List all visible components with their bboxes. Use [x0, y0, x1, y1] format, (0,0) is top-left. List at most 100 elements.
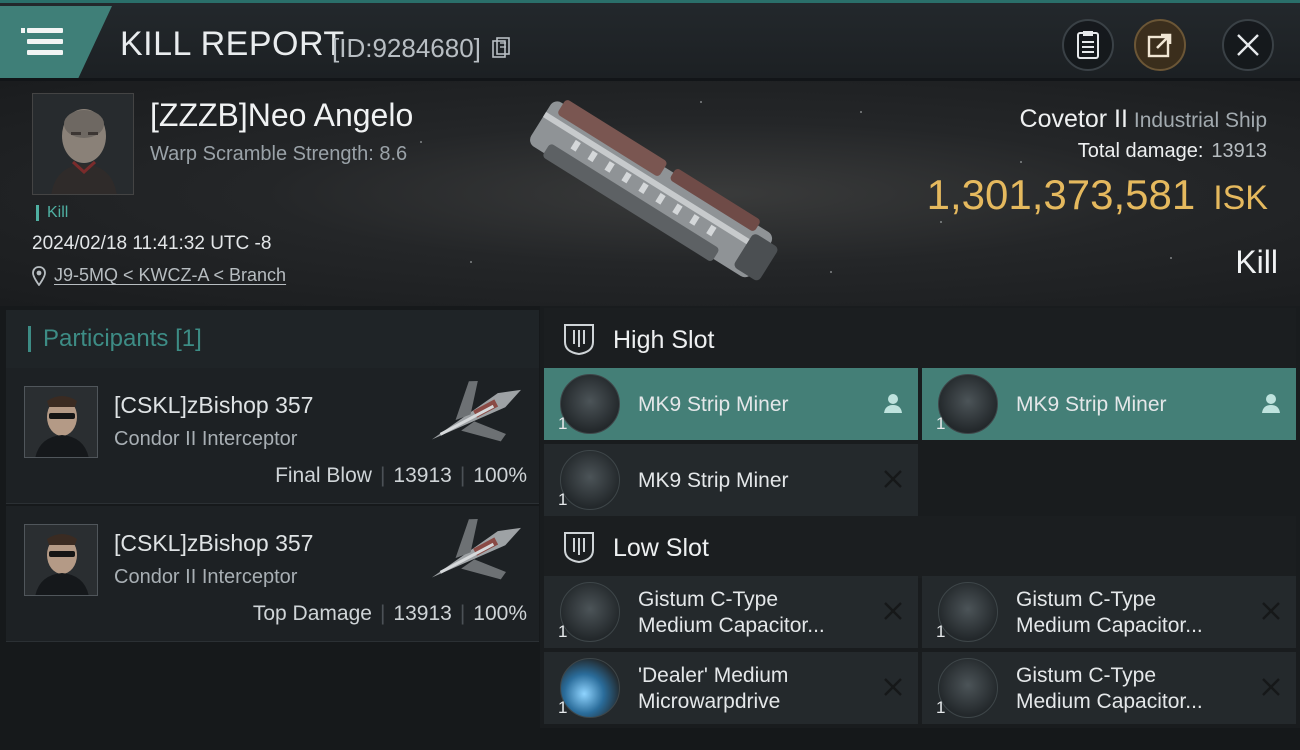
participant-card[interactable]: [CSKL]zBishop 357 Condor II Interceptor … [6, 506, 539, 642]
participant-avatar [24, 386, 98, 458]
participants-header: Participants [1] [6, 310, 539, 370]
pilot-avatar-icon [25, 387, 97, 457]
person-icon [884, 394, 902, 413]
person-icon [1262, 394, 1280, 413]
module-slot[interactable]: 1 Gistum C-Type Medium Capacitor... [544, 576, 918, 648]
participant-ship-image [431, 381, 521, 442]
total-damage: Total damage: 13913 [1078, 140, 1267, 163]
total-damage-value: 13913 [1211, 140, 1267, 162]
participants-panel: Participants [1] [CSKL]zBishop 357 Condo… [0, 306, 540, 750]
ship-name[interactable]: Covetor II [1020, 105, 1128, 133]
close-icon [1262, 678, 1280, 696]
fitting-panel: High Slot 1 MK9 Strip Miner 1 MK9 Strip … [540, 306, 1300, 750]
low-slot-title: Low Slot [613, 534, 709, 562]
pilot-avatar-icon [33, 94, 133, 194]
participant-ship-image [431, 519, 521, 580]
kill-location[interactable]: J9-5MQ < KWCZ-A < Branch [32, 265, 286, 286]
clipboard-icon [1077, 31, 1099, 59]
participant-card[interactable]: [CSKL]zBishop 357 Condor II Interceptor … [6, 368, 539, 504]
location-pin-icon [32, 265, 46, 286]
module-name: Gistum C-Type Medium Capacitor... [1016, 588, 1203, 637]
participants-title: Participants [1] [28, 326, 202, 352]
victim-ship-image [530, 100, 778, 281]
copy-icon[interactable] [492, 37, 510, 59]
kill-result: Kill [1235, 244, 1278, 280]
module-quantity: 1 [936, 698, 946, 717]
close-icon [884, 678, 902, 696]
participant-name[interactable]: [CSKL]zBishop 357 [114, 392, 313, 419]
high-slot-title: High Slot [613, 326, 715, 354]
module-slot[interactable]: 1 Gistum C-Type Medium Capacitor... [922, 652, 1296, 724]
victim-portrait[interactable] [32, 93, 134, 195]
scroll-continuation [540, 728, 1300, 750]
module-slot[interactable]: 1 MK9 Strip Miner [922, 368, 1296, 440]
module-slot[interactable]: 1 MK9 Strip Miner [544, 368, 918, 440]
strip-miner-icon [938, 374, 998, 434]
close-icon [884, 602, 902, 620]
close-button[interactable] [1222, 19, 1274, 71]
close-icon [884, 470, 902, 488]
participant-percent: 100% [473, 602, 527, 625]
capacitor-icon [938, 658, 998, 718]
strip-miner-icon [560, 374, 620, 434]
module-quantity: 1 [558, 622, 568, 641]
module-name: MK9 Strip Miner [638, 393, 789, 416]
kill-tag: Kill [36, 205, 68, 221]
participant-stats: Top Damage | 13913 | 100% [252, 602, 527, 625]
module-name: Gistum C-Type Medium Capacitor... [1016, 664, 1203, 713]
module-quantity: 1 [558, 698, 568, 717]
isk-value: 1,301,373,581 ISK [927, 171, 1268, 219]
participant-role: Final Blow [275, 464, 372, 487]
victim-ship: Covetor II Industrial Ship [1020, 105, 1267, 134]
low-slot-header: Low Slot [544, 516, 1296, 578]
strip-miner-icon [560, 450, 620, 510]
participant-damage: 13913 [393, 464, 452, 487]
participant-percent: 100% [473, 464, 527, 487]
close-icon [1262, 602, 1280, 620]
participant-avatar [24, 524, 98, 596]
total-damage-label: Total damage: [1077, 140, 1204, 162]
report-id: [ID:9284680] [332, 33, 481, 63]
module-name: MK9 Strip Miner [638, 469, 789, 492]
high-slot-icon [564, 324, 594, 356]
kill-timestamp: 2024/02/18 11:41:32 UTC -8 [32, 233, 272, 254]
participants-count: [1] [175, 325, 202, 352]
share-button[interactable] [1134, 19, 1186, 71]
victim-name[interactable]: [ZZZB]Neo Angelo [150, 97, 413, 134]
capacitor-icon [560, 582, 620, 642]
participant-damage: 13913 [393, 602, 452, 625]
module-quantity: 1 [936, 622, 946, 641]
participant-role: Top Damage [252, 602, 372, 625]
low-slot-icon [564, 532, 594, 564]
participant-ship: Condor II Interceptor [114, 566, 298, 588]
module-slot[interactable]: 1 Gistum C-Type Medium Capacitor... [922, 576, 1296, 648]
hamburger-icon [21, 28, 63, 56]
module-slot[interactable]: 1 'Dealer' Medium Microwarpdrive [544, 652, 918, 724]
module-quantity: 1 [558, 414, 568, 433]
close-icon [1237, 34, 1259, 56]
warp-scramble-strength: Warp Scramble Strength: 8.6 [150, 143, 408, 165]
participant-name[interactable]: [CSKL]zBishop 357 [114, 530, 313, 557]
menu-button[interactable] [0, 6, 112, 78]
share-icon [1147, 33, 1172, 58]
location-link[interactable]: J9-5MQ < KWCZ-A < Branch [54, 265, 286, 286]
ship-class: Industrial Ship [1133, 109, 1267, 132]
module-name: 'Dealer' Medium Microwarpdrive [638, 664, 789, 713]
module-name: MK9 Strip Miner [1016, 393, 1167, 416]
participant-stats: Final Blow | 13913 | 100% [275, 464, 527, 487]
capacitor-icon [938, 582, 998, 642]
microwarpdrive-icon [560, 658, 620, 718]
module-slot[interactable]: 1 MK9 Strip Miner [544, 444, 918, 516]
module-quantity: 1 [558, 490, 568, 509]
module-quantity: 1 [936, 414, 946, 433]
page-title: KILL REPORT [120, 25, 345, 63]
participant-ship: Condor II Interceptor [114, 428, 298, 450]
header-bar: KILL REPORT [ID:9284680] [0, 0, 1300, 78]
report-list-button[interactable] [1062, 19, 1114, 71]
pilot-avatar-icon [25, 525, 97, 595]
high-slot-header: High Slot [544, 308, 1296, 370]
isk-amount: 1,301,373,581 [926, 171, 1196, 218]
isk-unit: ISK [1213, 179, 1268, 217]
module-name: Gistum C-Type Medium Capacitor... [638, 588, 825, 637]
victim-summary: [ZZZB]Neo Angelo Warp Scramble Strength:… [0, 81, 1300, 306]
